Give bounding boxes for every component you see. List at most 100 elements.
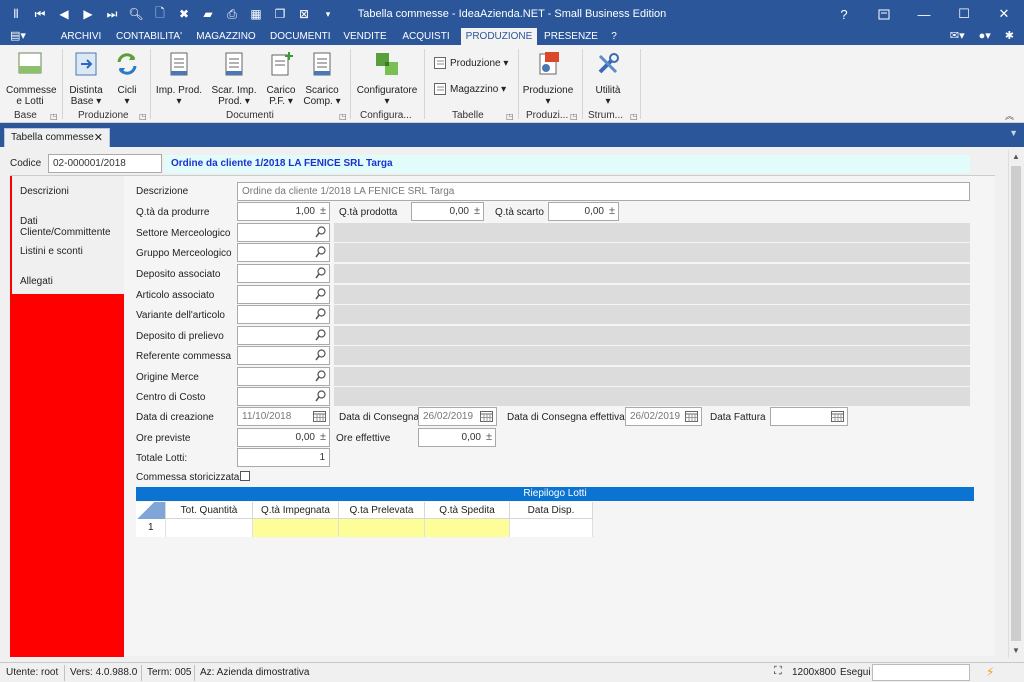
spin-icon[interactable]: ± [474,203,480,220]
magazzino-tabelle-button[interactable]: Magazzino ▾ [434,83,506,95]
search-icon[interactable] [315,288,326,300]
cell-qta-spedita[interactable] [425,519,510,537]
column-header-qta-impegnata[interactable]: Q.tà Impegnata [253,502,339,519]
tab-presenze[interactable]: PRESENZE [543,28,599,45]
search-icon[interactable] [315,246,326,258]
search-icon[interactable] [315,308,326,320]
cicli-button[interactable]: Cicli ▾ [110,50,144,107]
group-produzione-launcher[interactable]: ◳ [139,112,147,121]
tab-vendite[interactable]: VENDITE [343,28,387,45]
group-strum-launcher[interactable]: ◳ [630,112,638,121]
spin-icon[interactable]: ± [609,203,615,220]
vertical-scrollbar[interactable]: ▲ ▼ [1008,150,1022,658]
side-tab-allegati[interactable]: Allegati [20,276,53,287]
settore-lookup[interactable] [237,223,330,242]
qta-prodotta-stepper[interactable]: 0,00 ± [411,202,484,221]
cell-qta-impegnata[interactable] [253,519,339,537]
grid-corner[interactable] [136,502,166,519]
referente-lookup[interactable] [237,346,330,365]
scar-imp-prod-button[interactable]: Scar. Imp. Prod. ▾ [208,50,260,107]
tab-archivi[interactable]: ARCHIVI [60,28,102,45]
qta-scarto-stepper[interactable]: 0,00 ± [548,202,619,221]
scroll-up-icon[interactable]: ▲ [1009,150,1023,164]
ore-effettive-stepper[interactable]: 0,00 ± [418,428,496,447]
group-tabelle-launcher[interactable]: ◳ [506,112,514,121]
deposito-associato-lookup[interactable] [237,264,330,283]
folder-icon[interactable]: ▰ [196,0,220,28]
search-icon[interactable]: 🔍︎ [124,0,148,28]
spin-icon[interactable]: ± [320,429,326,446]
row-number[interactable]: 1 [136,519,166,537]
user-icon[interactable]: ●▾ [979,29,991,42]
side-tab-dati-cliente[interactable]: Dati Cliente/Committente [20,216,124,238]
tab-magazzino[interactable]: MAGAZZINO [196,28,256,45]
utilita-button[interactable]: Utilità ▾ [586,50,630,107]
scarico-comp-button[interactable]: Scarico Comp. ▾ [302,50,342,107]
scroll-down-icon[interactable]: ▼ [1009,644,1023,658]
ore-previste-stepper[interactable]: 0,00 ± [237,428,330,447]
calendar-icon[interactable] [480,411,493,422]
imp-prod-button[interactable]: Imp. Prod. ▾ [154,50,204,107]
origine-lookup[interactable] [237,367,330,386]
cell-qta-prelevata[interactable] [339,519,425,537]
deposito-prelievo-lookup[interactable] [237,326,330,345]
search-icon[interactable] [315,349,326,361]
search-icon[interactable] [315,370,326,382]
data-consegna-effettiva-field[interactable]: 26/02/2019 [625,407,702,426]
column-header-qta-spedita[interactable]: Q.tà Spedita [425,502,510,519]
mail-icon[interactable]: ✉▾ [950,29,965,42]
help-button[interactable]: ? [824,0,864,28]
gruppo-lookup[interactable] [237,243,330,262]
search-icon[interactable] [315,267,326,279]
column-header-data-disp[interactable]: Data Disp. [510,502,593,519]
produzione-tabelle-button[interactable]: Produzione ▾ [434,57,508,69]
commesse-lotti-button[interactable]: Commesse e Lotti [6,50,57,107]
app-icon[interactable]: ⦀ [4,0,28,28]
group-base-launcher[interactable]: ◳ [50,112,58,121]
maximize-button[interactable]: ☐ [944,0,984,28]
minimize-button[interactable]: — [904,0,944,28]
descrizione-input[interactable]: Ordine da cliente 1/2018 LA FENICE SRL T… [237,182,970,201]
data-fattura-field[interactable] [770,407,848,426]
restore-down-icon[interactable] [864,0,904,28]
search-icon[interactable] [315,226,326,238]
group-produzi-launcher[interactable]: ◳ [570,112,578,121]
delete-icon[interactable]: ✖ [172,0,196,28]
storicizzata-checkbox[interactable] [240,471,250,481]
tab-produzione[interactable]: PRODUZIONE [461,28,537,45]
excel-icon[interactable]: ⊠ [292,0,316,28]
articolo-lookup[interactable] [237,285,330,304]
cell-data-disp[interactable] [510,519,593,537]
configuratore-button[interactable]: Configuratore ▾ [354,50,420,107]
column-header-tot-quantita[interactable]: Tot. Quantità [166,502,253,519]
esegui-input[interactable] [872,664,970,681]
data-creazione-field[interactable]: 11/10/2018 [237,407,330,426]
tab-help[interactable]: ? [606,28,622,45]
produzione-report-button[interactable]: Produzione ▾ [522,50,574,107]
tab-list-icon[interactable]: ▼ [1009,128,1018,138]
centro-costo-lookup[interactable] [237,387,330,406]
column-header-qta-prelevata[interactable]: Q.ta Prelevata [339,502,425,519]
data-consegna-field[interactable]: 26/02/2019 [418,407,497,426]
codice-field[interactable]: 02-000001/2018 [48,154,162,173]
cell-tot-quantita[interactable] [166,519,253,537]
prev-record-icon[interactable]: ◀ [52,0,76,28]
customize-qat-icon[interactable]: ▾ [316,0,340,28]
tools-icon[interactable]: ✱ [1005,29,1014,42]
search-icon[interactable] [315,329,326,341]
last-record-icon[interactable]: ⏭ [100,0,124,28]
collapse-ribbon-icon[interactable]: ︽ [1005,109,1014,122]
calendar-icon[interactable] [313,411,326,422]
spin-icon[interactable]: ± [486,429,492,446]
tab-documenti[interactable]: DOCUMENTI [270,28,331,45]
totale-lotti-field[interactable]: 1 [237,448,330,467]
new-document-icon[interactable]: 🗋 [148,0,172,28]
next-record-icon[interactable]: ▶ [76,0,100,28]
fullscreen-icon[interactable]: ⛶ [774,665,782,678]
close-button[interactable]: ✕ [984,0,1024,28]
qta-produrre-stepper[interactable]: 1,00 ± [237,202,330,221]
print-icon[interactable]: ⎙ [220,0,244,28]
close-tab-icon[interactable]: ✕ [94,129,103,147]
copy-icon[interactable]: ❐ [268,0,292,28]
tab-contabilita[interactable]: CONTABILITA' [116,28,182,45]
